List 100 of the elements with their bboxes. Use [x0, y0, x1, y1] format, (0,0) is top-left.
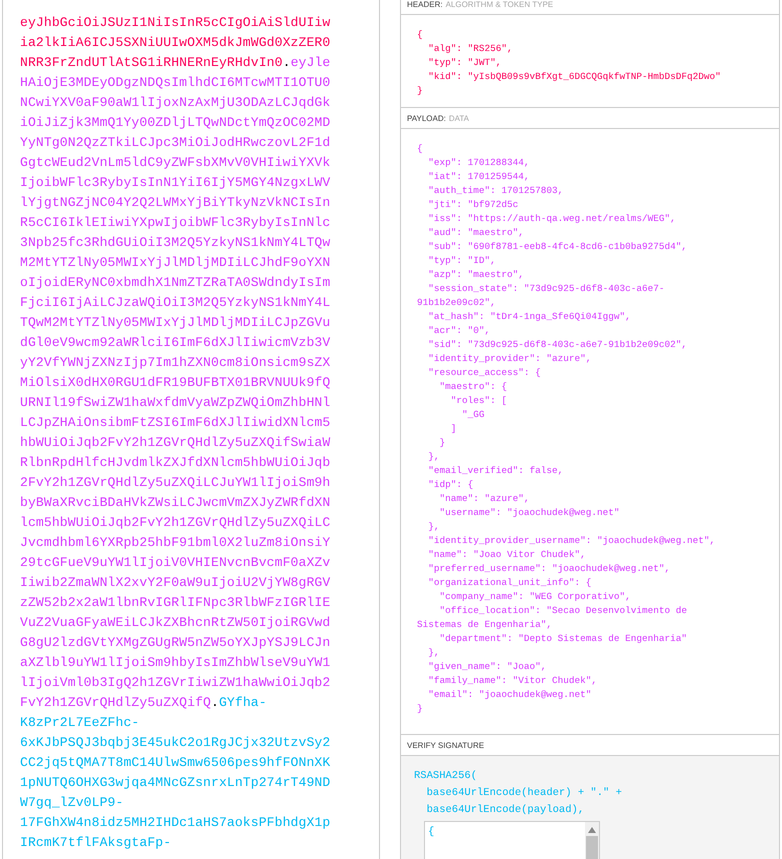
- token-line: hbWUiOiJqb2FvY2h1ZGVrQHdlZy5uZXQifSwiaW: [20, 434, 332, 452]
- token-line: CC2jq5tQMA7T8mC14UlwSmw6506pes9hfFONnXK: [20, 754, 332, 772]
- code-line: "department": "Depto Sistemas de Engenharia": [438, 632, 688, 646]
- token-line: oIjoidERyNC0xbmdhX1NmZTZRaTA0SWdndyIsIm: [20, 274, 332, 292]
- code-line: "acr": "0",: [427, 324, 492, 338]
- token-line: K8zPr2L7EeZFhc-: [20, 714, 140, 732]
- token-line: ia2lkIiA6ICJ5SXNiUUIwOXM5dkJmWGd0XzZER0: [20, 34, 332, 52]
- token-line: yY2VfYWNjZXNzIjp7Im1hZXN0cm8iOnsicm9sZX: [20, 354, 332, 372]
- code-line: RSASHA256(: [414, 769, 478, 784]
- code-line: base64UrlEncode(payload),: [426, 803, 586, 818]
- token-line: R5cCI6IklEIiwiYXpwIjoibWFlc3RybyIsInNlc: [20, 214, 332, 232]
- token-line: 2FvY2h1ZGVrQHdlZy5uZXQiLCJuYW1lIjoiSm9h: [20, 474, 332, 492]
- code-line: "preferred_username": "joaochudek@weg.net",: [427, 562, 672, 576]
- token-line: byBWaXRvciBDaHVkZWsiLCJwcmVmZXJyZWRfdXN: [20, 494, 332, 512]
- token-line: dGl0eV9wcm92aWRlciI6ImF6dXJlIiwicmVzb3V: [20, 334, 332, 352]
- code-line: }: [438, 436, 446, 450]
- token-line: aXZlbl9uYW1lIjoiSm9hbyIsImZhbWlseV9uYW1: [20, 654, 332, 672]
- code-line: "maestro": {: [438, 380, 508, 394]
- token-line: 6xKJbPSQJ3bqbj3E45ukC2o1RgJCjx32UtzvSy2: [20, 734, 332, 752]
- code-line: "username": "joaochudek@weg.net": [438, 506, 621, 520]
- token-line: GgtcWEud2VnLm5ldC9yZWFsbXMvV0VHIiwiYXVk: [20, 154, 332, 172]
- code-line: base64UrlEncode(header) + "." +: [426, 786, 623, 801]
- code-line: }: [417, 84, 424, 98]
- code-line: "given_name": "Joao",: [427, 660, 548, 674]
- code-line: }: [417, 702, 424, 716]
- code-line: "email": "joaochudek@weg.net": [427, 688, 592, 702]
- section-subtitle: ALGORITHM & TOKEN TYPE: [446, 0, 554, 9]
- code-line: "session_state": "73d9c925-d6f8-403c-a6e7-: [427, 282, 666, 296]
- token-line: G8gU2lzdGVtYXMgZGUgRW5nZW5oYXJpYSJ9LCJn: [20, 634, 332, 652]
- token-line: M2MtYTZlNy05MWIxYjJlMDljMDIiLCJhdF9oYXN: [20, 254, 332, 272]
- token-line: Iiwib2ZmaWNlX2xvY2F0aW9uIjoiU2VjYW8gRGV: [20, 574, 332, 592]
- token-line: 3Npb25fc3RhdGUiOiI3M2Q5YzkyNS1kNmY4LTQw: [20, 234, 332, 252]
- code-line: "name": "azure",: [438, 492, 531, 506]
- code-line: "alg": "RS256",: [427, 42, 514, 56]
- code-line: },: [427, 450, 441, 464]
- token-line: LCJpZHAiOnsibmFtZSI6ImF6dXJlIiwidXNlcm5: [20, 414, 332, 432]
- scroll-up-icon[interactable]: [588, 827, 596, 833]
- token-line: eyJhbGciOiJSUzI1NiIsInR5cCIgOiAiSldUIiw: [20, 14, 332, 32]
- token-line: IRcmK7tflFAksgtaFp-: [20, 834, 172, 852]
- code-line: },: [427, 646, 441, 660]
- code-line: ]: [450, 422, 458, 436]
- code-line: "sid": "73d9c925-d6f8-403c-a6e7-91b1b2e09c02",: [427, 338, 688, 352]
- token-line: 17FGhXW4n8idz5MH2IHDc1aHS7aoksPFbhdgX1p: [20, 814, 332, 832]
- code-line: {: [417, 28, 424, 42]
- token-line: FjciI6IjAiLCJzaWQiOiI3M2Q5YzkyNS1kNmY4L: [20, 294, 332, 312]
- code-line: "roles": [: [450, 394, 508, 408]
- token-line: VuZ2VuaGFyaWEiLCJkZXBhcnRtZW50IjoiRGVwd: [20, 614, 332, 632]
- token-text: eyJle: [290, 55, 330, 70]
- section-subtitle: DATA: [448, 114, 469, 122]
- code-line: "typ": "JWT",: [427, 56, 502, 70]
- key-field[interactable]: {: [424, 821, 600, 859]
- code-line: "kid": "yIsbQB09s9vBfXgt_6DGCQGqkfwTNP-HmbDsDFq2Dwo": [427, 70, 722, 84]
- code-line: "aud": "maestro",: [427, 226, 525, 240]
- token-line: RlbnRpdHlfcHJvdmlkZXJfdXNlcm5hbWUiOiJqb: [20, 454, 332, 472]
- code-line: "iat": 1701259544,: [427, 170, 531, 184]
- code-line: "company_name": "WEG Corporativo",: [438, 590, 632, 604]
- code-line: "auth_time": 1701257803,: [427, 184, 564, 198]
- code-line: "sub": "690f8781-eeb8-4fc4-8cd6-c1b0ba9275d4",: [427, 240, 688, 254]
- token-line: IjoibWFlc3RybyIsInN1YiI6IjY5MGY4NzgxLWV: [20, 174, 332, 192]
- section-title: HEADER:: [407, 0, 443, 9]
- token-line: 1pNUTQ6OHXG3wjqa4MNcGZsnrxLnTp274rT49ND: [20, 774, 332, 792]
- code-line: },: [427, 520, 441, 534]
- code-line: "idp": {: [427, 478, 474, 492]
- code-line: "identity_provider_username": "joaochudek@weg.net",: [427, 534, 716, 548]
- token-line: iOiJiZjk3MmQ1Yy00ZDljLTQwNDctYmQzOC02MD: [20, 114, 332, 132]
- token-text: GYfha-: [218, 695, 267, 710]
- section-title: PAYLOAD:: [407, 114, 446, 122]
- token-text: .: [210, 695, 219, 710]
- code-line: "office_location": "Secao Desenvolvimento de: [438, 604, 688, 618]
- token-line: URNIl19fSwiZW1haWxfdmVyaWZpZWQiOmZhbHNl: [20, 394, 332, 412]
- token-line: W7gq_lZv0LP9-: [20, 794, 124, 812]
- code-line: "exp": 1701288344,: [427, 156, 531, 170]
- code-line: "at_hash": "tDr4-1nga_Sfe6Qi04Iggw",: [427, 310, 632, 324]
- token-line: YyNTg0N2QzZTkiLCJpc3MiOiJodHRwczovL2F1d: [20, 134, 332, 152]
- code-line: {: [417, 142, 424, 156]
- code-line: "jti": "bf972d5c: [427, 198, 520, 212]
- token-line: 29tcGFueV9uYW1lIjoiV0VHIENvcnBvcmF0aXZv: [20, 554, 332, 572]
- token-text: NRR3FrZndUTlAtSG1iRHNERnEyRHdvIn0: [20, 55, 283, 70]
- code-line: "iss": "https://auth-qa.weg.net/realms/WEG",: [427, 212, 677, 226]
- token-line: TQwM2MtYTZlNy05MWIxYjJlMDljMDIiLCJpZGVu: [20, 314, 332, 332]
- code-line: 91b1b2e09c02",: [417, 296, 497, 310]
- token-line: lYjgtNGZjNC04Y2Q2LWMxYjBiYTkyNzVkNCIsIn: [20, 194, 332, 212]
- code-line: Sistemas de Engenharia",: [417, 618, 554, 632]
- code-line: "_GG: [461, 408, 486, 422]
- code-line: "organizational_unit_info": {: [427, 576, 592, 590]
- token-text: .: [282, 55, 291, 70]
- section-title: VERIFY SIGNATURE: [407, 740, 484, 750]
- code-line: "email_verified": false,: [427, 464, 564, 478]
- code-line: "resource_access": {: [427, 366, 542, 380]
- code-line: "family_name": "Vitor Chudek",: [427, 674, 598, 688]
- token-line: Jvcmdhbml6YXRpb25hbF91bml0X2luZm8iOnsiY: [20, 534, 332, 552]
- token-line: zZW52b2x2aW1lbnRvIGRlIFNpc3RlbWFzIGRlIE: [20, 594, 332, 612]
- token-line: lIjoiVml0b3IgQ2h1ZGVrIiwiZW1haWwiOiJqb2: [20, 674, 332, 692]
- code-line: "azp": "maestro",: [427, 268, 525, 282]
- token-line: lcm5hbWUiOiJqb2FvY2h1ZGVrQHdlZy5uZXQiLC: [20, 514, 332, 532]
- code-line: "typ": "ID",: [427, 254, 497, 268]
- token-line: HAiOjE3MDEyODgzNDQsImlhdCI6MTcwMTI1OTU0: [20, 74, 332, 92]
- code-line: "identity_provider": "azure",: [427, 352, 592, 366]
- token-line: MiOlsiX0dHX0RGU1dFR19BUFBTX01BRVNUUk9fQ: [20, 374, 332, 392]
- code-line: "name": "Joao Vitor Chudek",: [427, 548, 587, 562]
